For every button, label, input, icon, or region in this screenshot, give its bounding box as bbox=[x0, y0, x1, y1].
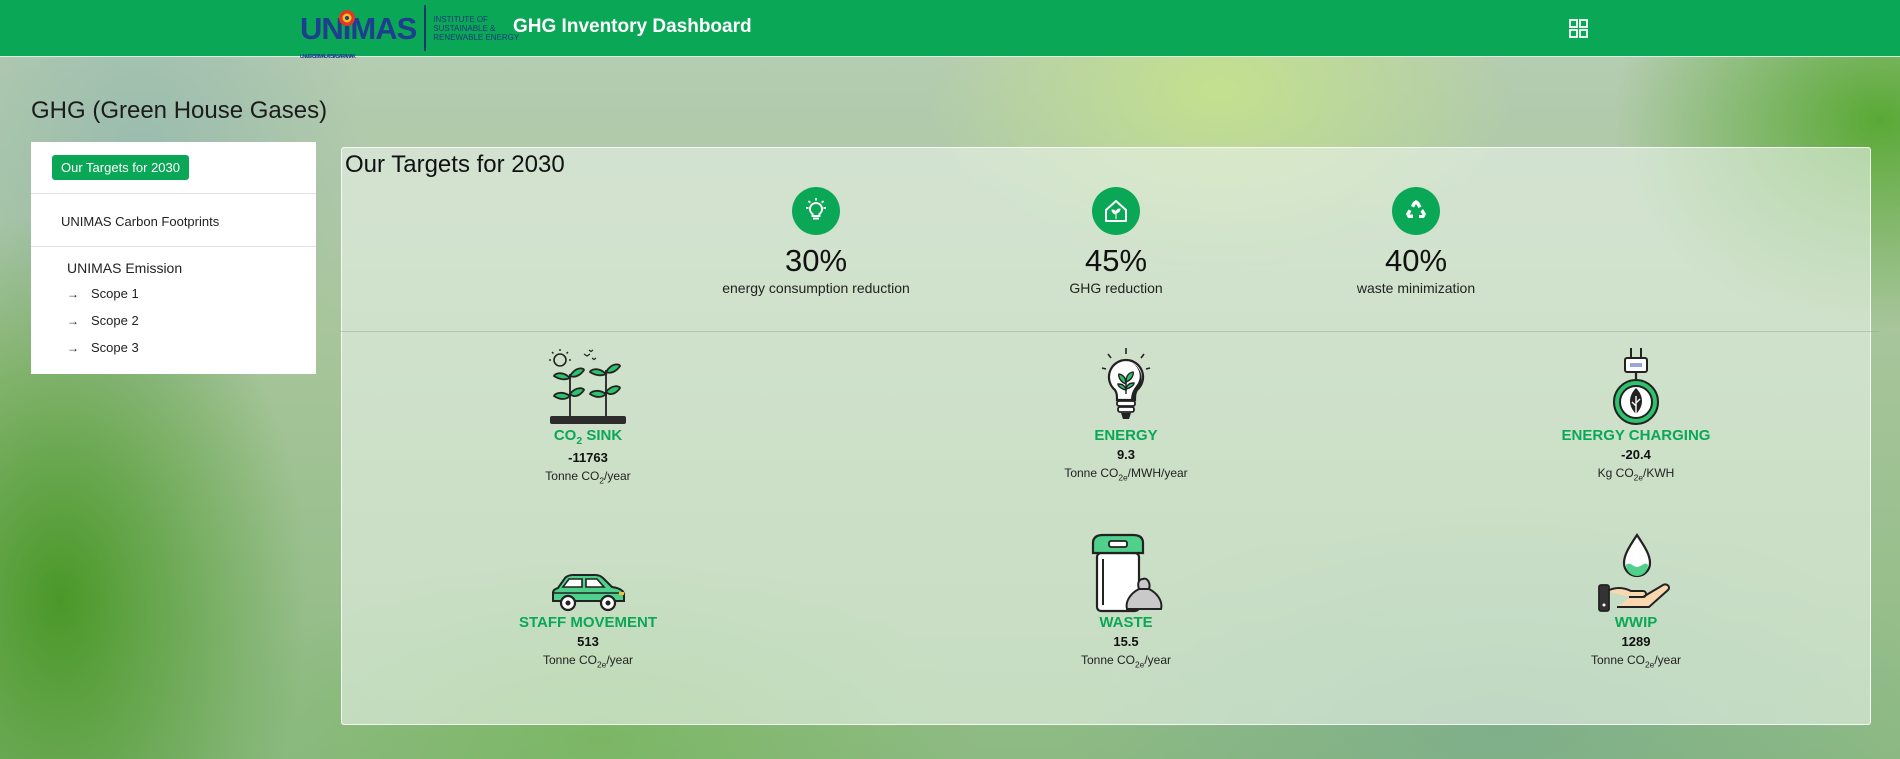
metric-co2-sink[interactable]: CO2 SINK -11763 Tonne CO2/year bbox=[468, 344, 708, 485]
lightbulb-icon bbox=[792, 187, 840, 235]
target-ghg: 45% GHG reduction bbox=[1006, 187, 1226, 296]
sidebar-row-carbon: UNIMAS Carbon Footprints bbox=[31, 194, 316, 247]
target-waste: 40% waste minimization bbox=[1306, 187, 1526, 296]
target-percent: 30% bbox=[784, 243, 848, 278]
target-label: energy consumption reduction bbox=[722, 280, 910, 296]
target-label: waste minimization bbox=[1356, 280, 1476, 296]
plug-leaf-icon bbox=[1516, 344, 1756, 426]
sidebar-item-scope-3[interactable]: → Scope 3 bbox=[67, 340, 139, 355]
metric-value: -20.4 bbox=[1621, 447, 1651, 462]
recycle-icon bbox=[1392, 187, 1440, 235]
scope-label: Scope 3 bbox=[91, 340, 139, 355]
unimas-logo[interactable]: UNIMAS UNIVERSITI MALAYSIA SARAWAK INSTI… bbox=[300, 4, 520, 59]
scope-label: Scope 2 bbox=[91, 313, 139, 328]
metric-value: 9.3 bbox=[1116, 447, 1136, 462]
metric-wwip[interactable]: WWIP 1289 Tonne CO2e/year bbox=[1516, 531, 1756, 669]
section-divider bbox=[340, 331, 1879, 332]
sidebar-section-emission[interactable]: UNIMAS Emission bbox=[67, 260, 182, 276]
app-title: GHG Inventory Dashboard bbox=[513, 16, 752, 37]
target-label: GHG reduction bbox=[1069, 280, 1163, 296]
metric-name: WWIP bbox=[1614, 614, 1658, 631]
car-icon bbox=[468, 531, 708, 613]
metric-unit: Tonne CO2e/MWH/year bbox=[1064, 466, 1188, 483]
metric-value: 15.5 bbox=[1113, 634, 1139, 649]
target-percent: 45% bbox=[1084, 243, 1148, 278]
metric-unit: Tonne CO2/year bbox=[545, 469, 631, 486]
metric-unit: Kg CO2e/KWH bbox=[1597, 466, 1675, 483]
metric-value: 1289 bbox=[1621, 634, 1651, 649]
metric-unit: Tonne CO2e/year bbox=[1080, 653, 1172, 670]
arrow-right-icon: → bbox=[67, 340, 79, 355]
sidebar-item-scope-1[interactable]: → Scope 1 bbox=[67, 286, 139, 301]
top-bar: UNIMAS UNIVERSITI MALAYSIA SARAWAK INSTI… bbox=[0, 0, 1900, 59]
metric-energy[interactable]: ENERGY 9.3 Tonne CO2e/MWH/year bbox=[1006, 344, 1246, 482]
sidebar-row-targets: Our Targets for 2030 bbox=[31, 142, 316, 194]
metric-unit: Tonne CO2e/year bbox=[1590, 653, 1682, 670]
institute-name: INSTITUTE OF SUSTAINABLE & RENEWABLE ENE… bbox=[433, 14, 520, 42]
target-percent: 40% bbox=[1384, 243, 1448, 278]
target-energy: 30% energy consumption reduction bbox=[706, 187, 926, 296]
metric-energy-charging[interactable]: ENERGY CHARGING -20.4 Kg CO2e/KWH bbox=[1516, 344, 1756, 482]
logo-wordmark: UNIMAS UNIVERSITI MALAYSIA SARAWAK bbox=[300, 9, 417, 59]
metric-staff-movement[interactable]: STAFF MOVEMENT 513 Tonne CO2e/year bbox=[468, 531, 708, 669]
logo-divider bbox=[424, 5, 427, 51]
grid-icon[interactable] bbox=[1569, 19, 1588, 38]
green-house-icon bbox=[1092, 187, 1140, 235]
logo-emblem-icon bbox=[339, 9, 355, 26]
targets-panel: Our Targets for 2030 30% energy consumpt… bbox=[340, 147, 1879, 725]
sidebar-item-carbon-footprints[interactable]: UNIMAS Carbon Footprints bbox=[61, 214, 219, 229]
page-title: GHG (Green House Gases) bbox=[31, 97, 328, 124]
arrow-right-icon: → bbox=[67, 313, 79, 328]
arrow-right-icon: → bbox=[67, 286, 79, 301]
trash-bin-icon bbox=[1006, 531, 1246, 613]
metric-name: CO2 SINK bbox=[553, 427, 623, 447]
metric-waste[interactable]: WASTE 15.5 Tonne CO2e/year bbox=[1006, 531, 1246, 669]
panel-title: Our Targets for 2030 bbox=[345, 151, 565, 178]
sidebar-item-targets-2030[interactable]: Our Targets for 2030 bbox=[52, 155, 189, 180]
plants-sink-icon bbox=[468, 344, 708, 426]
sidebar: Our Targets for 2030 UNIMAS Carbon Footp… bbox=[31, 142, 316, 374]
metric-value: 513 bbox=[577, 634, 599, 649]
metric-name: ENERGY CHARGING bbox=[1561, 427, 1711, 444]
scope-label: Scope 1 bbox=[91, 286, 139, 301]
metric-name: ENERGY bbox=[1094, 427, 1158, 444]
metric-value: -11763 bbox=[568, 450, 608, 465]
sidebar-item-scope-2[interactable]: → Scope 2 bbox=[67, 313, 139, 328]
eco-bulb-icon bbox=[1006, 344, 1246, 426]
metric-name: WASTE bbox=[1099, 614, 1153, 631]
logo-tagline: UNIVERSITI MALAYSIA SARAWAK bbox=[300, 53, 356, 60]
metric-name: STAFF MOVEMENT bbox=[518, 614, 658, 631]
water-hand-icon bbox=[1516, 531, 1756, 613]
metric-unit: Tonne CO2e/year bbox=[542, 653, 634, 670]
